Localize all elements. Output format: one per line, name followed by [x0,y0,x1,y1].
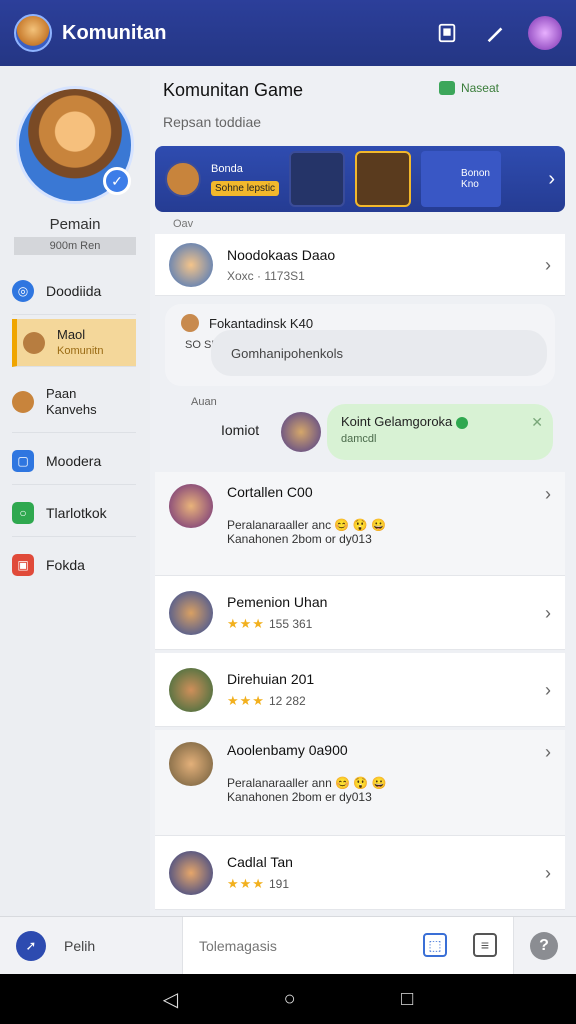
avatar [181,314,199,332]
list-item[interactable]: Noodokaas Daao Xoxc · 1173S1 › [155,234,565,296]
rocket-icon: ➚ [16,931,46,961]
sidebar-item-label: Moodera [46,452,102,469]
chat-icon: ▢ [12,449,34,472]
clipboard-icon[interactable] [432,18,462,48]
message: Auan Iomiot Koint Gelamgoroka damcdl ✕ [155,396,565,466]
list-item[interactable]: Cadlal Tan ★★★ 191 › [155,836,565,910]
sidebar-item-label: Doodiida [46,282,102,299]
profile-icon[interactable] [528,16,562,50]
close-icon[interactable]: ✕ [531,414,543,431]
page-title: Komunitan Game [163,80,304,100]
list-item[interactable]: Pemenion Uhan ★★★ 155 361 › [155,576,565,650]
verified-icon: ✓ [103,167,131,195]
sidebar-item-label: Maol [57,326,86,342]
section-label: Oav [173,218,194,230]
avatar [169,851,213,895]
banner-avatar [165,161,201,197]
sidebar-item-label: Tlarlotkok [46,504,107,521]
sidebar-item-dashboard[interactable]: ◎ Doodiida [12,267,136,315]
system-nav-bar: ◁ ○ □ [0,974,576,1024]
sidebar-item-moodera[interactable]: ▢ Moodera [12,437,136,485]
clipboard-icon[interactable]: ≡ [473,933,497,957]
status-badge: Naseat [438,81,499,95]
sidebar-item-maol[interactable]: Maol Komunitn [12,319,136,367]
avatar [281,412,321,452]
main-content: Komunitan Game Repsan toddiae Naseat Bon… [155,66,565,916]
profile-subtitle: 900m Ren [14,237,136,255]
status-icon [438,81,455,95]
profile-card: ✓ Pemain 900m Ren [0,66,150,255]
avatar [169,668,213,712]
message-input[interactable] [199,933,409,959]
back-icon[interactable]: ◁ [163,987,178,1012]
chevron-right-icon[interactable]: › [545,484,551,505]
recents-icon[interactable]: □ [401,988,413,1011]
compose-area: ⬚ ≡ [182,917,514,975]
home-icon[interactable]: ○ [284,988,296,1011]
list-item[interactable]: Cortallen C00 Peralanaraaller anc 😊 😲 😀 K… [155,472,565,576]
banner-card[interactable]: Bonon Kno [421,151,502,207]
list-item[interactable]: Direhuian 201 ★★★ 12 282 › [155,653,565,727]
page-subtitle: Repsan toddiae [163,114,262,130]
banner-thumb[interactable] [355,151,412,207]
top-actions [432,16,562,50]
rating: ★★★ 12 282 [227,693,306,708]
rating: ★★★ 155 361 [227,616,313,631]
pencil-icon[interactable] [480,18,510,48]
sidebar-item-fokda[interactable]: ▣ Fokda [12,541,136,589]
help-icon[interactable]: ? [530,932,558,960]
chevron-right-icon[interactable]: › [545,680,551,701]
reply-input[interactable]: Gomhanipohenkols [211,330,547,376]
sidebar-item-sublabel: Komunitn [57,344,104,357]
avatar [169,742,213,786]
profile-name: Pemain [49,216,101,233]
sidebar-item-paan[interactable]: Paan Kanvehs [12,371,136,433]
circle-icon: ○ [12,501,34,524]
image-icon: ▣ [12,554,34,576]
banner-text: Bonda Sohne lepstic [211,163,280,196]
compass-icon: ◎ [12,279,34,302]
sidebar-item-label: Paan Kanvehs [46,385,97,417]
chevron-right-icon[interactable]: › [548,168,555,191]
chevron-right-icon[interactable]: › [545,603,551,624]
emoji-icon: 😊 😲 😀 [335,776,387,790]
app-logo-icon [14,14,52,52]
app-title: Komunitan [62,21,167,44]
sidebar: ✓ Pemain 900m Ren ◎ Doodiida Maol Komuni… [0,66,150,916]
avatar [169,591,213,635]
avatar [169,484,213,528]
avatar[interactable]: ✓ [16,86,134,204]
rating: ★★★ 191 [227,876,289,891]
image-icon[interactable]: ⬚ [423,933,447,957]
bottom-bar: ➚ Pelih ⬚ ≡ ? [0,916,576,975]
sidebar-item-tlarlotkok[interactable]: ○ Tlarlotkok [12,489,136,537]
avatar-icon [23,331,45,354]
message-bubble[interactable]: Koint Gelamgoroka damcdl ✕ [327,404,553,460]
chevron-right-icon[interactable]: › [545,255,551,276]
thread-card[interactable]: Fokantadinsk K40 SO SI Gomhanipohenkols [165,304,555,386]
community-list: Oav Noodokaas Daao Xoxc · 1173S1 › Fokan… [155,216,565,916]
top-bar: Komunitan [0,0,576,66]
verified-icon [456,416,469,429]
sidebar-item-label: Fokda [46,557,85,573]
chevron-right-icon[interactable]: › [545,863,551,884]
nav-list: ◎ Doodiida Maol Komunitn Paan Kanvehs ▢ … [0,267,150,589]
pick-button[interactable]: ➚ Pelih [16,931,95,961]
banner-thumb[interactable] [289,151,346,207]
chevron-right-icon[interactable]: › [545,742,551,763]
avatar-icon [12,390,34,413]
community-banner[interactable]: Bonda Sohne lepstic Bonon Kno › [155,146,565,212]
list-item[interactable]: Aoolenbamy 0a900 Peralanaraaller ann 😊 😲… [155,730,565,836]
avatar [169,243,213,287]
emoji-icon: 😊 😲 😀 [334,518,386,532]
thread-side: SO SI [185,339,215,351]
